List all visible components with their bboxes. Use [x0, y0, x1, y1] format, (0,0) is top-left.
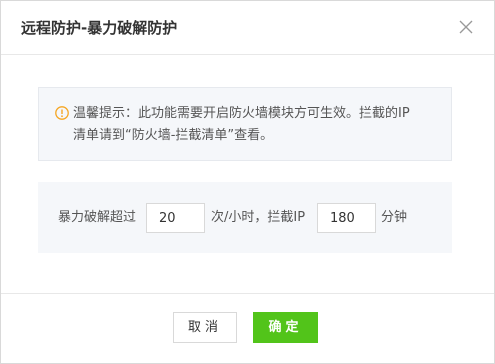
threshold-settings: 暴力破解超过 次/小时，拦截IP 分钟: [38, 182, 452, 253]
block-minutes-input[interactable]: [317, 203, 376, 233]
brute-force-protection-dialog: 远程防护-暴力破解防护 温馨提示：此功能需要开启防火墙模块方可生效。拦截的IP …: [0, 0, 495, 364]
close-button[interactable]: [458, 19, 474, 35]
attempts-label: 暴力破解超过: [58, 210, 137, 225]
tip-text-line1: 温馨提示：此功能需要开启防火墙模块方可生效。拦截的IP: [73, 106, 410, 121]
confirm-button[interactable]: 确定: [253, 312, 318, 343]
dialog-footer: 取消 确定: [1, 293, 494, 363]
tip-text-line2: 清单请到“防火墙-拦截清单”查看。: [73, 128, 274, 143]
minutes-unit-label: 分钟: [381, 210, 408, 225]
close-icon: [459, 20, 473, 34]
info-circle-icon: [55, 106, 69, 120]
block-ip-label: 次/小时，拦截IP: [211, 210, 306, 225]
tip-panel: 温馨提示：此功能需要开启防火墙模块方可生效。拦截的IP 清单请到“防火墙-拦截清…: [38, 87, 452, 161]
cancel-button[interactable]: 取消: [173, 312, 237, 343]
attempts-input[interactable]: [146, 203, 205, 233]
dialog-title: 远程防护-暴力破解防护: [21, 19, 178, 37]
dialog-header: 远程防护-暴力破解防护: [1, 1, 494, 55]
